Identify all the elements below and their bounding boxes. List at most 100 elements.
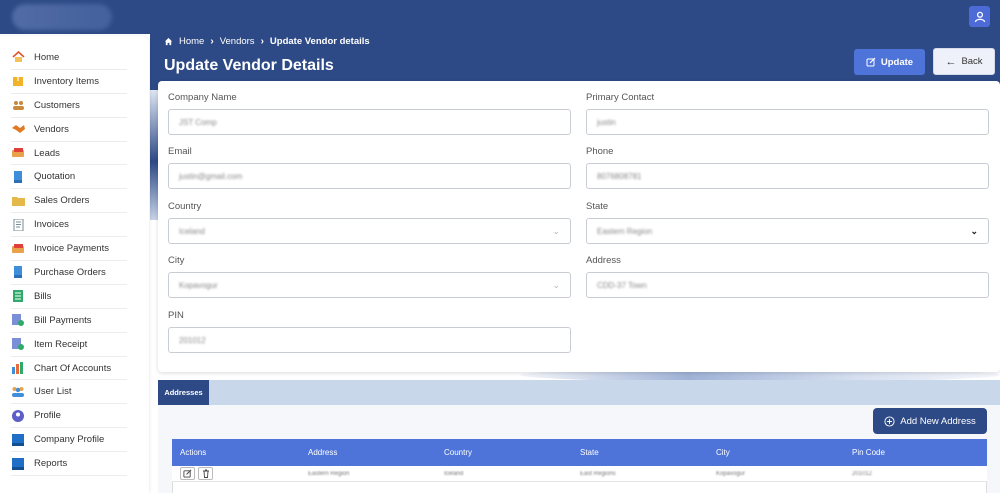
state-label: State (586, 201, 609, 212)
top-bar (0, 0, 1000, 34)
country-select[interactable]: Iceland ⌄ (168, 218, 571, 244)
cell-country: Iceland (444, 470, 464, 477)
sidebar-item-label: Vendors (34, 123, 69, 135)
company-name-label: Company Name (168, 92, 237, 103)
email-input[interactable]: justin@gmail.com (168, 163, 571, 189)
column-header-country: Country (444, 448, 473, 457)
profile-icon (11, 409, 25, 423)
sidebar-item-inventory-items[interactable]: Inventory Items (11, 70, 127, 94)
sidebar-item-reports[interactable]: Reports (11, 452, 127, 477)
home-icon (11, 50, 25, 64)
sidebar-item-label: Invoice Payments (34, 243, 109, 255)
breadcrumb-current: Update Vendor details (269, 35, 370, 47)
sidebar-item-label: Bills (34, 290, 52, 302)
box-icon (11, 74, 25, 88)
user-icon (974, 11, 985, 22)
update-button[interactable]: Update (854, 49, 925, 75)
vendor-form: Company Name JST Comp Primary Contact ju… (158, 81, 1000, 372)
update-button-label: Update (880, 56, 914, 68)
sidebar-item-sales-orders[interactable]: Sales Orders (11, 189, 127, 214)
table-row: Eastern Region Iceland East Regions Kopa… (172, 466, 987, 482)
cell-city: Kopavogur (716, 470, 746, 477)
chevron-down-icon: ⌄ (552, 225, 560, 236)
chevron-down-icon: ⌄ (970, 225, 978, 236)
column-header-city: City (716, 448, 730, 457)
sidebar-item-profile[interactable]: Profile (11, 404, 127, 429)
tab-addresses[interactable]: Addresses (158, 380, 209, 405)
sidebar-item-purchase-orders[interactable]: Purchase Orders (11, 261, 127, 285)
breadcrumb-vendors[interactable]: Vendors (220, 36, 255, 47)
sidebar-item-quotation[interactable]: Quotation (11, 165, 127, 190)
sidebar-item-bill-payments[interactable]: Bill Payments (11, 309, 127, 333)
address-field: Address CDD-37 Town (586, 255, 989, 298)
edit-icon (183, 469, 192, 478)
user-menu-button[interactable] (969, 6, 990, 27)
arrow-left-icon: ← (945, 55, 957, 68)
delete-row-button[interactable] (198, 467, 213, 480)
city-select[interactable]: Kopavogur ⌄ (168, 272, 571, 298)
folder-icon (11, 194, 25, 208)
breadcrumb: Home › Vendors › Update Vendor details (164, 35, 370, 47)
back-button[interactable]: ← Back (933, 48, 995, 75)
add-new-address-label: Add New Address (900, 415, 976, 427)
company-name-input[interactable]: JST Comp (168, 109, 571, 135)
country-label: Country (168, 201, 202, 212)
sidebar-item-company-profile[interactable]: Company Profile (11, 428, 127, 453)
sidebar: Home Inventory Items Customers Vendors Leads… (0, 36, 149, 493)
sidebar-item-label: Bill Payments (34, 314, 92, 326)
sidebar-item-home[interactable]: Home (11, 46, 127, 70)
company-name-field: Company Name JST Comp (168, 92, 571, 135)
cell-address: Eastern Region (308, 470, 350, 477)
sidebar-item-customers[interactable]: Customers (11, 94, 127, 118)
sidebar-item-label: Chart Of Accounts (34, 362, 112, 374)
sidebar-item-item-receipt[interactable]: Item Receipt (11, 333, 127, 357)
sidebar-item-leads[interactable]: Leads (11, 142, 127, 166)
addresses-table: Actions Address Country State City Pin C… (172, 439, 987, 493)
column-header-pin-code: Pin Code (852, 448, 885, 457)
sidebar-item-label: Leads (34, 147, 60, 159)
address-label: Address (586, 255, 621, 266)
table-empty-area (172, 482, 987, 493)
edit-row-button[interactable] (180, 467, 195, 480)
pin-input[interactable]: 201012 (168, 327, 571, 353)
sidebar-item-label: Sales Orders (34, 195, 90, 207)
company-logo[interactable] (12, 4, 112, 30)
payment-icon (11, 242, 25, 256)
primary-contact-label: Primary Contact (586, 92, 655, 103)
pin-label: PIN (168, 310, 184, 321)
sidebar-item-bills[interactable]: Bills (11, 285, 127, 309)
customers-icon (11, 98, 25, 112)
sidebar-item-label: Profile (34, 410, 61, 422)
sidebar-item-invoices[interactable]: Invoices (11, 213, 127, 238)
company-icon (11, 433, 25, 447)
pin-field: PIN 201012 (168, 310, 571, 353)
purchase-icon (11, 265, 25, 279)
bill-payment-icon (11, 313, 25, 327)
phone-field: Phone 8076808781 (586, 146, 989, 189)
primary-contact-input[interactable]: justin (586, 109, 989, 135)
breadcrumb-home[interactable]: Home (179, 36, 204, 47)
sidebar-item-label: Company Profile (34, 434, 105, 446)
country-field: Country Iceland ⌄ (168, 201, 571, 244)
cell-state: East Regions (580, 470, 616, 477)
email-field: Email justin@gmail.com (168, 146, 571, 189)
chart-icon (11, 361, 25, 375)
add-new-address-button[interactable]: Add New Address (873, 408, 987, 434)
state-field: State Eastern Region ⌄ (586, 201, 989, 244)
sidebar-item-vendors[interactable]: Vendors (11, 118, 127, 142)
back-button-label: Back (961, 56, 983, 67)
sidebar-item-chart-of-accounts[interactable]: Chart Of Accounts (11, 357, 127, 381)
home-icon[interactable] (164, 37, 173, 46)
phone-input[interactable]: 8076808781 (586, 163, 989, 189)
chevron-right-icon: › (260, 35, 264, 47)
column-header-actions: Actions (180, 448, 207, 457)
tab-bar: Addresses (158, 380, 1000, 405)
state-select[interactable]: Eastern Region ⌄ (586, 218, 989, 244)
sidebar-item-user-list[interactable]: User List (11, 380, 127, 405)
sidebar-item-label: Customers (34, 99, 80, 111)
sidebar-item-label: User List (34, 386, 72, 398)
address-input[interactable]: CDD-37 Town (586, 272, 989, 298)
city-field: City Kopavogur ⌄ (168, 255, 571, 298)
sidebar-item-label: Invoices (34, 219, 69, 231)
sidebar-item-invoice-payments[interactable]: Invoice Payments (11, 237, 127, 262)
